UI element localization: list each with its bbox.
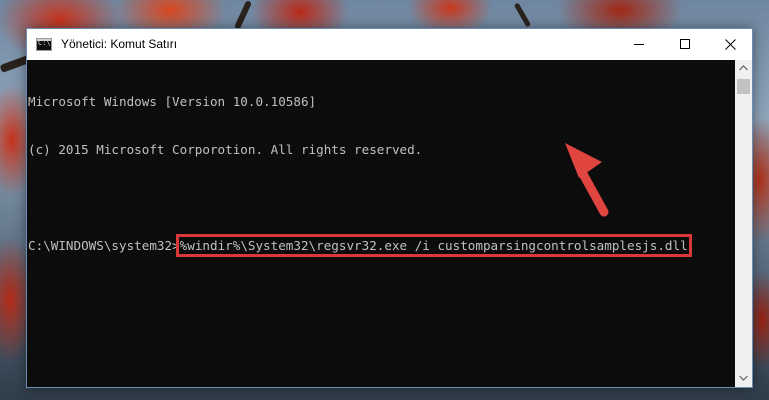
vertical-scrollbar[interactable] — [735, 60, 752, 387]
tree-branch — [513, 2, 532, 28]
command-prompt-window[interactable]: C:\ Yönetici: Komut Satırı Microsoft Win… — [26, 28, 753, 388]
minimize-button[interactable] — [616, 29, 662, 60]
console-output[interactable]: Microsoft Windows [Version 10.0.10586] (… — [27, 60, 735, 387]
tree-branch — [233, 0, 253, 30]
close-icon — [725, 39, 736, 50]
scroll-down-button[interactable] — [735, 370, 752, 387]
red-arrow-icon — [565, 143, 609, 217]
scroll-thumb[interactable] — [737, 79, 750, 94]
scroll-up-button[interactable] — [735, 60, 752, 77]
minimize-icon — [634, 44, 644, 45]
console-prompt: C:\WINDOWS\system32> — [28, 238, 180, 253]
console-line: Microsoft Windows [Version 10.0.10586] — [28, 94, 317, 109]
close-button[interactable] — [708, 29, 754, 60]
command-line: C:\WINDOWS\system32>%windir%\System32\re… — [28, 234, 692, 257]
command-highlight: %windir%\System32\regsvr32.exe /i custom… — [175, 234, 692, 257]
typed-command[interactable]: %windir%\System32\regsvr32.exe /i custom… — [180, 238, 688, 253]
chevron-down-icon — [739, 375, 748, 381]
maximize-icon — [680, 39, 690, 49]
maximize-button[interactable] — [662, 29, 708, 60]
command-prompt-icon[interactable]: C:\ — [36, 38, 52, 51]
window-title: Yönetici: Komut Satırı — [61, 37, 178, 51]
title-bar[interactable]: C:\ Yönetici: Komut Satırı — [27, 29, 752, 60]
chevron-up-icon — [739, 65, 748, 71]
